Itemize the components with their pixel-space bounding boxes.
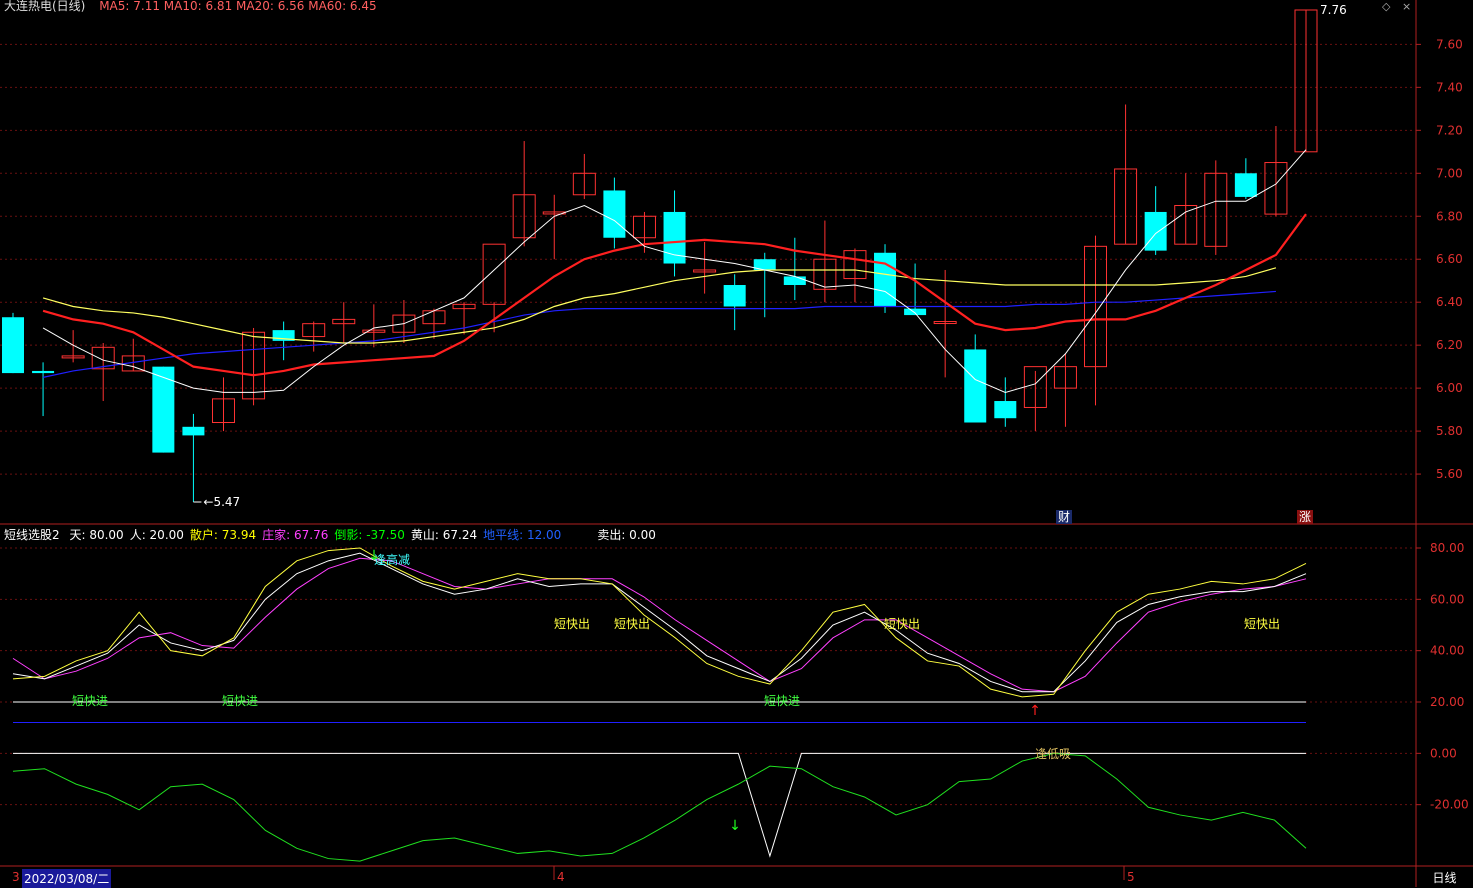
signal-kuaijin: 短快进 <box>764 694 800 708</box>
price-tick-label-6: 6.40 <box>1436 295 1463 309</box>
price-tick-label-9: 5.80 <box>1436 424 1463 438</box>
indicator-param-6: 地平线: 12.00 <box>483 528 562 542</box>
high-price-label: 7.76 <box>1320 3 1347 17</box>
price-tick-label-3: 7.00 <box>1436 166 1463 180</box>
arrow-up-red: ↑ <box>1029 703 1041 719</box>
signal-fengdixi: 逢低吸 <box>1035 747 1071 761</box>
price-tick-label-5: 6.60 <box>1436 252 1463 266</box>
price-tick-label-0: 7.60 <box>1436 37 1463 51</box>
x-tick-4: 4 <box>557 870 565 884</box>
chart-header: 大连热电(日线) MA5: 7.11 MA10: 6.81 MA20: 6.56… <box>4 0 377 14</box>
indicator-param-7: 卖出: 0.00 <box>597 528 656 542</box>
chart-canvas[interactable]: 7.60 7.40 7.20 7.00 6.80 6.60 6.40 6.20 6.00 5.80… <box>0 0 1473 887</box>
white-line <box>12 552 1307 693</box>
signal-kuaichu: 短快出 <box>614 617 650 631</box>
ind-tick-label-3: 20.00 <box>1430 695 1464 709</box>
candle-body-down <box>964 349 987 423</box>
indicator-param-2: 散户: 73.94 <box>189 528 257 542</box>
candle-body-down <box>152 366 175 453</box>
price-tick-label-4: 6.80 <box>1436 209 1463 223</box>
price-tick-label-8: 6.00 <box>1436 381 1463 395</box>
indicator-param-3: 庄家: 67.76 <box>262 528 329 542</box>
magenta-line <box>12 557 1307 693</box>
signal-kuaijin: 短快进 <box>222 694 258 708</box>
yellow-line <box>12 547 1307 698</box>
signal-kuaichu: 短快出 <box>1244 617 1280 631</box>
collapse-icon[interactable]: ◇ <box>1382 0 1390 13</box>
green-line <box>12 752 1307 862</box>
x-tick-3: 3 <box>12 870 20 884</box>
candle-body-down <box>32 370 55 374</box>
arrow-down-green-2: ↓ <box>729 818 741 834</box>
x-tick-5: 5 <box>1127 870 1135 884</box>
cursor-date: 2022/03/08/二 <box>22 869 112 888</box>
price-tick-label-1: 7.40 <box>1436 80 1463 94</box>
candle-body-down <box>874 252 897 307</box>
stock-title: 大连热电(日线) <box>4 0 86 13</box>
period-selector[interactable]: 日线 <box>1416 869 1473 886</box>
ind-tick-label-1: 60.00 <box>1430 592 1464 606</box>
ind-tick-label-0: 80.00 <box>1430 541 1464 555</box>
price-tick-label-2: 7.20 <box>1436 123 1463 137</box>
ind-tick-label-5: -20.00 <box>1430 798 1469 812</box>
ind-tick-label-2: 40.00 <box>1430 644 1464 658</box>
indicator-name[interactable]: 短线选股2 <box>4 528 60 542</box>
price-tick-label-7: 6.20 <box>1436 338 1463 352</box>
close-icon[interactable]: × <box>1402 0 1411 13</box>
ma60-line <box>42 290 1276 378</box>
indicator-param-1: 人: 20.00 <box>129 528 184 542</box>
signal-kuaijin: 短快进 <box>72 694 108 708</box>
badge-zhang: 涨 <box>1299 509 1311 524</box>
ind-tick-label-4: 0.00 <box>1430 746 1457 760</box>
candle-body-down <box>1234 173 1257 197</box>
badge-cai: 财 <box>1058 510 1070 524</box>
ma-values: MA5: 7.11 MA10: 6.81 MA20: 6.56 MA60: 6.… <box>99 0 377 13</box>
candle-body-down <box>182 426 205 436</box>
signal-kuaichu: 短快出 <box>884 617 920 631</box>
candle-body-down <box>2 317 24 374</box>
indicator-param-5: 黄山: 67.24 <box>410 528 478 542</box>
signal-kuaichu: 短快出 <box>554 617 590 631</box>
indicator-param-0: 天: 80.00 <box>69 528 124 542</box>
low-price-label: ←5.47 <box>203 495 240 509</box>
indicator-param-4: 倒影: -37.50 <box>334 528 405 542</box>
candle-body-down <box>603 190 626 238</box>
indicator-header: 短线选股2 天: 80.00 人: 20.00 散户: 73.94 庄家: 67.76… <box>4 526 668 543</box>
candle-body-down <box>723 285 746 307</box>
candle-body-up <box>482 243 506 305</box>
ma20-line <box>42 267 1277 344</box>
candle-body-down <box>994 401 1017 419</box>
stock-chart-window: 7.60 7.40 7.20 7.00 6.80 6.60 6.40 6.20 6.00 5.80… <box>0 0 1473 888</box>
arrow-down-green-1: ↓ <box>368 548 380 564</box>
candle-body-down <box>904 308 927 316</box>
candle-body-down <box>1144 211 1167 251</box>
price-tick-label-10: 5.60 <box>1436 467 1463 481</box>
candle-body-down <box>783 276 806 286</box>
